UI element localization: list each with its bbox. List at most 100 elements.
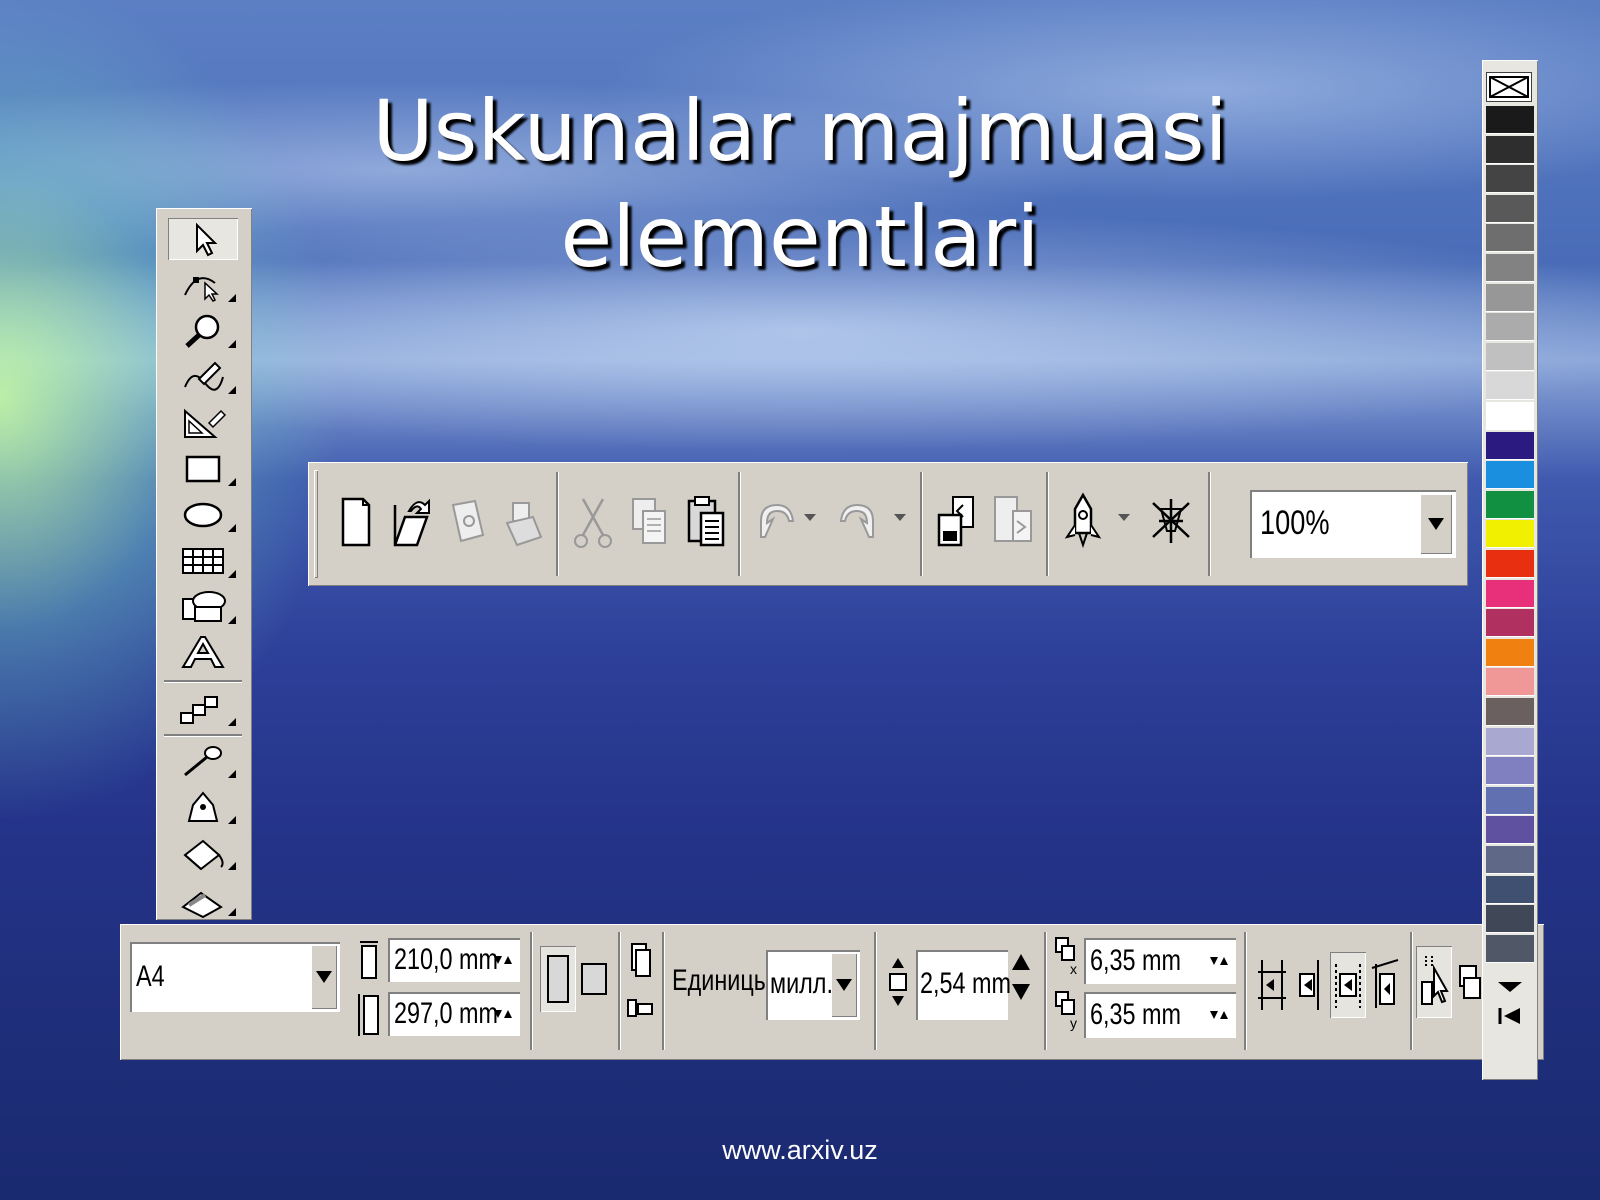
no-color-swatch[interactable] — [1486, 72, 1532, 102]
interactive-blend-tool[interactable] — [168, 688, 238, 730]
copy-button[interactable] — [622, 486, 676, 556]
new-button[interactable] — [328, 486, 382, 556]
color-palette — [1482, 60, 1538, 1080]
duplicate-y-spinner[interactable] — [1205, 995, 1233, 1035]
export-button[interactable] — [986, 486, 1040, 556]
shape-tool[interactable] — [168, 264, 238, 306]
import-button[interactable] — [930, 486, 984, 556]
paper-height-input[interactable]: 297,0 mm — [388, 992, 520, 1036]
color-swatch[interactable] — [1486, 579, 1534, 608]
cut-button[interactable] — [566, 486, 620, 556]
nudge-spinner[interactable] — [1008, 954, 1034, 1000]
edit-across-layers-button[interactable] — [1454, 954, 1484, 1014]
duplicate-y-input[interactable]: 6,35 mm — [1084, 992, 1236, 1038]
spin-down-icon — [1210, 1011, 1218, 1019]
color-swatch[interactable] — [1486, 934, 1534, 963]
snap-to-guidelines-button[interactable] — [1292, 952, 1328, 1018]
interactive-fill-tool[interactable] — [168, 878, 238, 920]
all-pages-button[interactable] — [624, 938, 656, 982]
paper-type-combo[interactable]: A4 — [130, 942, 340, 1012]
color-swatch[interactable] — [1486, 342, 1534, 371]
application-launcher-button[interactable] — [1056, 486, 1110, 556]
corel-online-button[interactable] — [1144, 486, 1198, 556]
color-swatch[interactable] — [1486, 106, 1534, 134]
color-swatch[interactable] — [1486, 609, 1534, 638]
current-page-button[interactable] — [624, 988, 656, 1028]
color-swatch[interactable] — [1486, 224, 1534, 253]
redo-button[interactable] — [832, 486, 886, 556]
color-swatch[interactable] — [1486, 757, 1534, 786]
color-swatch[interactable] — [1486, 372, 1534, 401]
color-swatch[interactable] — [1486, 431, 1534, 460]
portrait-button[interactable] — [540, 946, 576, 1012]
landscape-button[interactable] — [576, 946, 612, 1012]
spin-up-icon — [504, 956, 512, 964]
spin-down-icon — [494, 956, 502, 964]
color-swatch[interactable] — [1486, 165, 1534, 194]
color-swatch[interactable] — [1486, 283, 1534, 312]
color-swatch[interactable] — [1486, 254, 1534, 282]
slide-title-line-1: Uskunalar majmuasi — [372, 82, 1228, 180]
paper-width-input[interactable]: 210,0 mm — [388, 938, 520, 982]
color-swatch[interactable] — [1486, 698, 1534, 726]
palette-scroll-end-button[interactable] — [1492, 1004, 1528, 1032]
fill-tool[interactable] — [168, 832, 238, 874]
color-swatch[interactable] — [1486, 638, 1534, 667]
outline-tool[interactable] — [168, 786, 238, 828]
color-swatch[interactable] — [1486, 668, 1534, 697]
color-swatch[interactable] — [1486, 313, 1534, 342]
color-swatch[interactable] — [1486, 135, 1534, 164]
color-swatch[interactable] — [1486, 875, 1534, 904]
paper-width-spinner[interactable] — [489, 941, 517, 979]
eyedropper-tool[interactable] — [168, 740, 238, 782]
freehand-tool[interactable] — [168, 356, 238, 398]
undo-dropdown-arrow[interactable] — [804, 514, 816, 521]
units-dropdown[interactable] — [831, 953, 857, 1017]
ellipse-tool[interactable] — [168, 494, 238, 536]
color-swatch[interactable] — [1486, 402, 1534, 430]
color-swatch[interactable] — [1486, 846, 1534, 874]
color-swatch[interactable] — [1486, 727, 1534, 756]
toolbar-separator — [1046, 472, 1048, 576]
smart-fill-tool[interactable] — [168, 402, 238, 444]
color-swatch[interactable] — [1486, 550, 1534, 578]
nudge-distance-input[interactable]: 2,54 mm — [916, 950, 1011, 1020]
pick-tool[interactable] — [168, 218, 238, 260]
open-button[interactable] — [384, 486, 438, 556]
paper-height-spinner[interactable] — [489, 995, 517, 1033]
color-swatch[interactable] — [1486, 461, 1534, 490]
color-swatch[interactable] — [1486, 905, 1534, 934]
zoom-level-combo[interactable]: 100% — [1250, 490, 1456, 558]
color-swatch[interactable] — [1486, 194, 1534, 223]
triangle-ruler-icon — [184, 408, 227, 438]
dynamic-guides-icon — [1371, 959, 1399, 1008]
save-button[interactable] — [440, 486, 494, 556]
redo-dropdown-arrow[interactable] — [894, 514, 906, 521]
toolbar-grip[interactable] — [314, 470, 318, 578]
units-combo[interactable]: милл... — [766, 950, 860, 1020]
duplicate-x-spinner[interactable] — [1205, 941, 1233, 981]
snap-to-grid-button[interactable] — [1254, 952, 1290, 1018]
zoom-dropdown-button[interactable] — [1420, 494, 1452, 554]
undo-button[interactable] — [748, 486, 802, 556]
launcher-dropdown-arrow[interactable] — [1118, 514, 1130, 521]
basic-shapes-tool[interactable] — [168, 586, 238, 628]
dynamic-guides-button[interactable] — [1368, 952, 1404, 1018]
palette-scroll-down-button[interactable] — [1492, 976, 1528, 1000]
duplicate-x-input[interactable]: 6,35 mm — [1084, 938, 1236, 984]
print-button[interactable] — [496, 486, 550, 556]
graph-paper-tool[interactable] — [168, 540, 238, 582]
snap-to-objects-button[interactable] — [1330, 952, 1366, 1018]
paper-type-dropdown[interactable] — [311, 945, 337, 1009]
color-swatch[interactable] — [1486, 786, 1534, 815]
rectangle-tool[interactable] — [168, 448, 238, 490]
color-swatch[interactable] — [1486, 490, 1534, 519]
paste-button[interactable] — [678, 486, 732, 556]
zoom-tool[interactable] — [168, 310, 238, 352]
new-document-icon — [341, 497, 371, 547]
color-swatch[interactable] — [1486, 520, 1534, 549]
text-tool[interactable] — [168, 632, 238, 674]
color-swatch[interactable] — [1486, 816, 1534, 845]
flyout-indicator — [228, 718, 236, 726]
treat-as-filled-button[interactable] — [1416, 946, 1452, 1018]
